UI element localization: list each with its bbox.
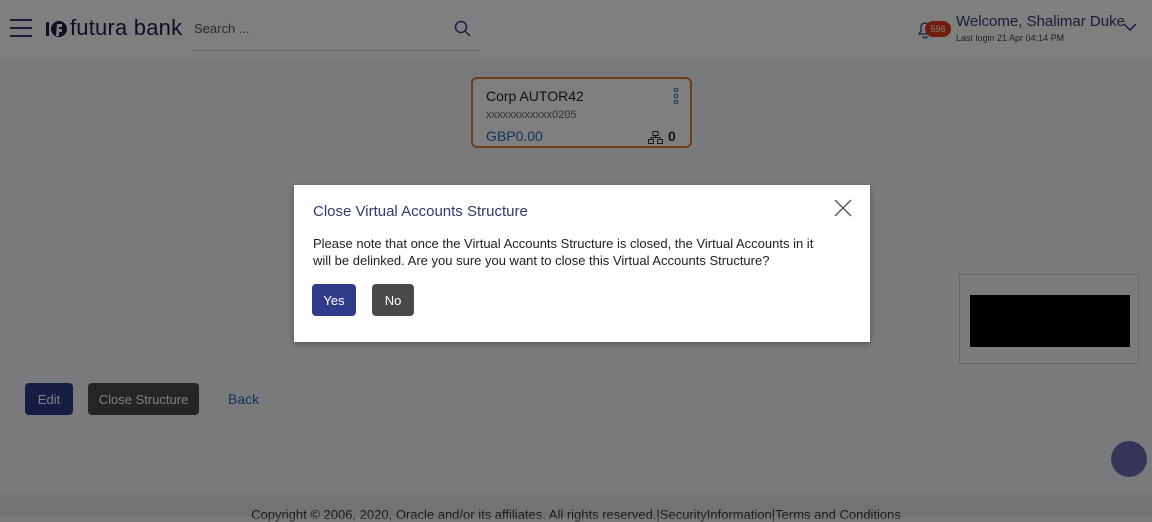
dialog-message: Please note that once the Virtual Accoun… — [313, 235, 833, 269]
dialog-title: Close Virtual Accounts Structure — [313, 203, 528, 220]
no-button[interactable]: No — [372, 284, 414, 316]
yes-button[interactable]: Yes — [312, 284, 356, 316]
close-icon[interactable] — [834, 199, 852, 217]
dialog-message-line-2: will be delinked. Are you sure you want … — [313, 253, 770, 268]
close-structure-dialog: Close Virtual Accounts Structure Please … — [294, 185, 870, 342]
dialog-message-line-1: Please note that once the Virtual Accoun… — [313, 236, 814, 251]
